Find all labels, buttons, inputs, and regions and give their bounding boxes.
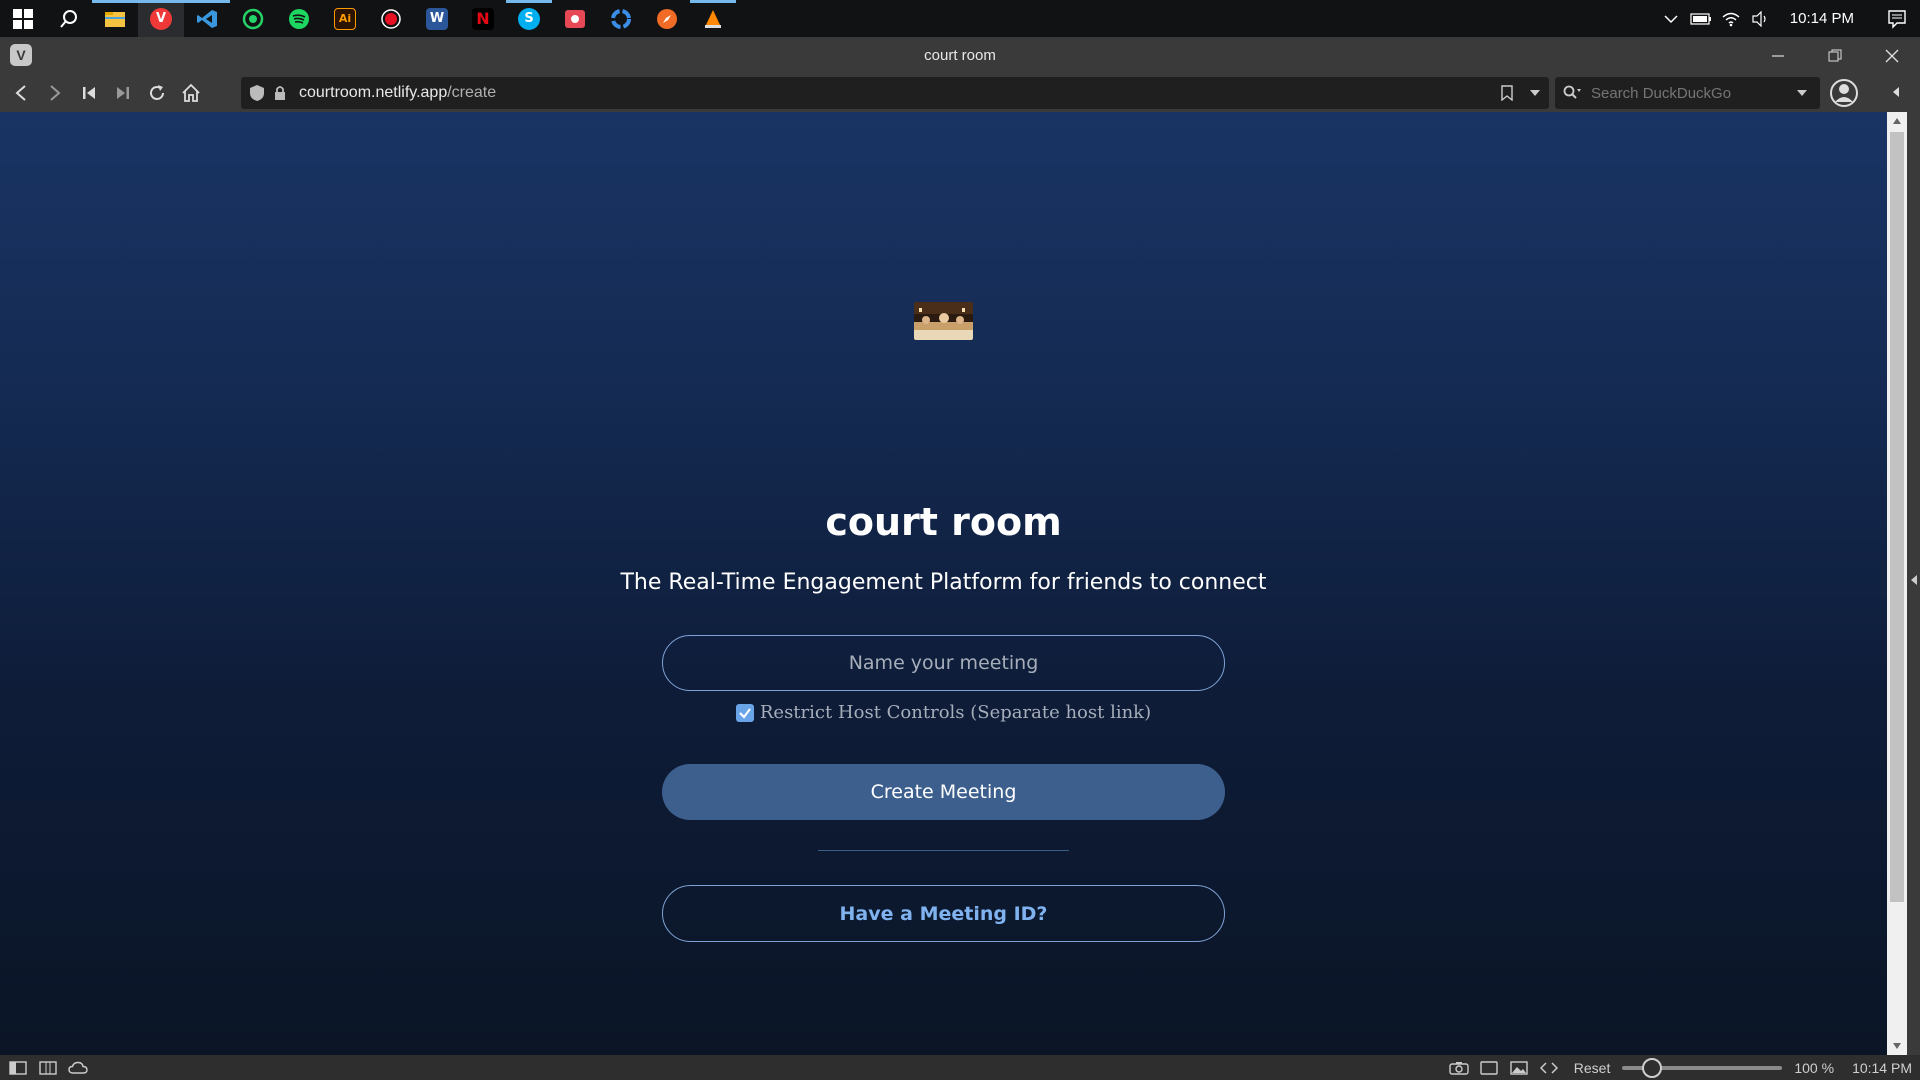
checkmark-icon (739, 707, 751, 719)
panel-expand-icon[interactable] (1910, 574, 1918, 586)
search-icon (1563, 85, 1581, 101)
panel-toggle-icon[interactable] (1891, 86, 1901, 98)
url-text[interactable]: courtroom.netlify.app/create (299, 84, 496, 102)
meeting-name-input[interactable] (662, 635, 1225, 691)
compass-icon[interactable] (644, 0, 690, 37)
window-icon[interactable] (1474, 1055, 1504, 1080)
create-meeting-button[interactable]: Create Meeting (662, 764, 1225, 820)
restrict-host-label[interactable]: Restrict Host Controls (Separate host li… (760, 702, 1151, 723)
chevron-down-icon[interactable] (1529, 89, 1541, 97)
browser-statusbar: Reset 100 % 10:14 PM (0, 1055, 1920, 1080)
url-host: courtroom.netlify.app (299, 84, 448, 101)
whatsapp-icon[interactable] (230, 0, 276, 37)
zoom-slider[interactable] (1622, 1057, 1783, 1078)
back-button[interactable] (4, 74, 38, 112)
search-engine-field[interactable] (1555, 77, 1820, 109)
capture-camera-icon[interactable] (1444, 1055, 1474, 1080)
divider (818, 850, 1069, 851)
browser-toolbar: courtroom.netlify.app/create (0, 74, 1920, 112)
panel-toggle-icon[interactable] (3, 1055, 33, 1080)
have-meeting-id-button[interactable]: Have a Meeting ID? (662, 885, 1225, 942)
vlc-icon[interactable] (690, 0, 736, 37)
page-tagline: The Real-Time Engagement Platform for fr… (620, 570, 1267, 595)
restrict-host-checkbox[interactable] (735, 703, 754, 722)
windows-taskbar: V Ai W N S 10:14 PM (0, 0, 1920, 37)
url-path: /create (447, 84, 497, 101)
scroll-up-icon[interactable] (1892, 117, 1902, 125)
record-icon[interactable] (368, 0, 414, 37)
search-input[interactable] (1591, 84, 1791, 102)
window-title: court room (924, 47, 996, 64)
page-title: court room (825, 500, 1062, 544)
forward-button[interactable] (38, 74, 72, 112)
page-actions-icon[interactable] (1534, 1055, 1564, 1080)
fast-forward-button[interactable] (106, 74, 140, 112)
web-page: court room The Real-Time Engagement Plat… (0, 112, 1887, 1055)
windows-start-icon[interactable] (0, 0, 46, 37)
spotify-icon[interactable] (276, 0, 322, 37)
word-icon[interactable]: W (414, 0, 460, 37)
address-bar[interactable]: courtroom.netlify.app/create (241, 77, 1549, 109)
browser-titlebar: V court room (0, 37, 1920, 74)
rewind-button[interactable] (72, 74, 106, 112)
vscode-icon[interactable] (184, 0, 230, 37)
vivaldi-icon[interactable]: V (138, 0, 184, 37)
side-panel-edge[interactable] (1907, 112, 1920, 1055)
tiling-icon[interactable] (33, 1055, 63, 1080)
chevron-up-icon[interactable] (1656, 0, 1686, 37)
bookmark-icon[interactable] (1501, 85, 1513, 101)
battery-icon[interactable] (1686, 0, 1716, 37)
scrollbar-thumb[interactable] (1890, 132, 1904, 902)
recycle-icon[interactable] (598, 0, 644, 37)
illustrator-icon[interactable]: Ai (322, 0, 368, 37)
restrict-host-controls[interactable]: Restrict Host Controls (Separate host li… (0, 702, 1887, 723)
minimize-button[interactable] (1750, 37, 1806, 74)
photo-icon[interactable] (552, 0, 598, 37)
reload-button[interactable] (140, 74, 174, 112)
sync-cloud-icon[interactable] (63, 1055, 93, 1080)
lock-icon[interactable] (273, 85, 287, 101)
notifications-icon[interactable] (1874, 0, 1920, 37)
chevron-down-icon[interactable] (1796, 89, 1808, 97)
skype-icon[interactable]: S (506, 0, 552, 37)
profile-avatar-icon[interactable] (1829, 78, 1859, 108)
restore-button[interactable] (1807, 37, 1863, 74)
wifi-icon[interactable] (1716, 0, 1746, 37)
shield-icon[interactable] (249, 84, 265, 102)
taskbar-clock[interactable]: 10:14 PM (1776, 10, 1874, 27)
volume-icon[interactable] (1746, 0, 1776, 37)
search-icon[interactable] (46, 0, 92, 37)
vertical-scrollbar[interactable] (1887, 112, 1907, 1055)
netflix-icon[interactable]: N (460, 0, 506, 37)
zoom-reset-button[interactable]: Reset (1574, 1060, 1611, 1076)
file-explorer-icon[interactable] (92, 0, 138, 37)
close-button[interactable] (1864, 37, 1920, 74)
zoom-level: 100 % (1794, 1059, 1835, 1076)
image-toggle-icon[interactable] (1504, 1055, 1534, 1080)
zoom-slider-knob[interactable] (1641, 1057, 1662, 1078)
court-room-logo (914, 302, 973, 340)
home-button[interactable] (174, 74, 208, 112)
statusbar-clock: 10:14 PM (1852, 1059, 1912, 1076)
scroll-down-icon[interactable] (1892, 1042, 1902, 1050)
